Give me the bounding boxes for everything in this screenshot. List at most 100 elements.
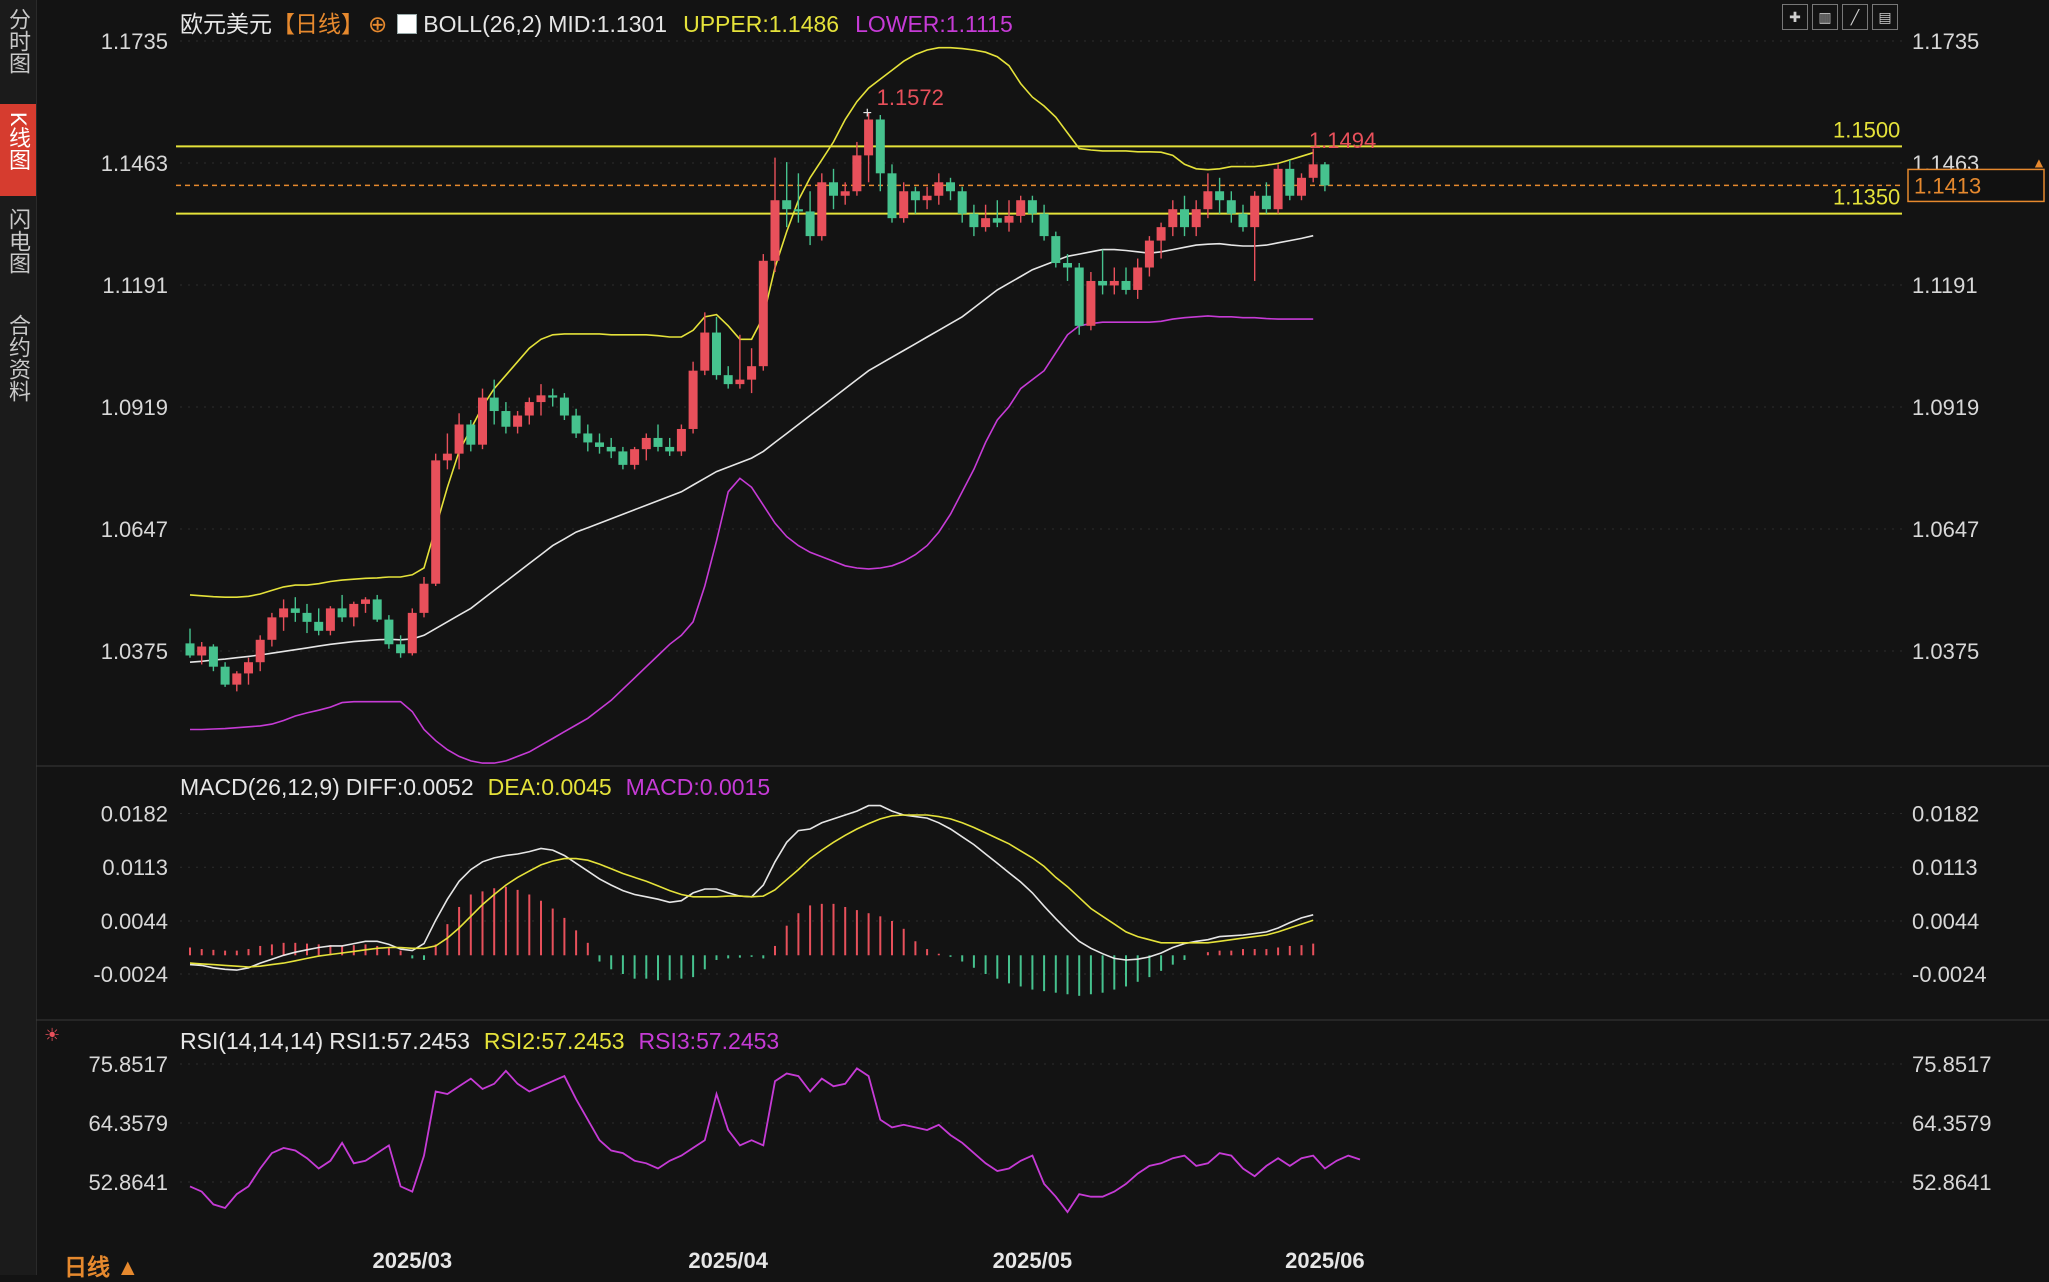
candle-body [1261,195,1271,210]
rsi-label: RSI(14,14,14) [180,1028,324,1054]
candle-body [852,155,862,192]
macd-tick-right: 0.0044 [1912,909,1979,934]
candle-body [325,608,335,631]
candle-body [899,191,909,219]
candle-body [1156,227,1166,241]
rsi-line [189,1067,1361,1214]
candle-body [267,617,277,640]
candle-body [290,608,300,613]
rsi-tick-right: 64.3579 [1912,1111,1992,1136]
x-axis-label: 2025/06 [1285,1248,1365,1273]
candle-body [641,437,651,450]
boll-legend: 欧元美元【日线】 ⊕ BOLL(26,2) MID:1.1301 UPPER:1.148… [180,5,1023,39]
draw-line-icon[interactable]: ╱ [1842,4,1868,30]
candle-body [337,608,347,618]
candle-body [1109,280,1119,286]
rsi-tick-left: 64.3579 [88,1111,168,1136]
candle-body [466,424,476,445]
tab-lightning[interactable]: 闪电图 [0,200,36,300]
x-axis-label: 2025/04 [688,1248,768,1273]
recent-high-label: 1.1494 [1309,128,1376,153]
macd-diff-line [189,804,1314,971]
candle-body [524,402,534,416]
candle-body [255,639,265,663]
rsi2-value: RSI2:57.2453 [483,1028,625,1054]
indicator-icon[interactable]: ▤ [1872,4,1898,30]
current-price-tag: 1.1413 [1914,173,1981,198]
tab-time-share[interactable]: 分时图 [0,0,36,100]
kline-chart[interactable]: +1.1572 1.1494 1.1500 1.1350 1.1735 1.1735 1.1… [36,0,2049,1275]
symbol-name: 欧元美元 [180,11,272,37]
candle-body [1180,209,1189,228]
macd-tick-left: 0.0044 [101,909,168,934]
macd-tick-left: 0.0113 [102,855,168,880]
boll-indicator-icon[interactable] [397,14,418,34]
candle-body [688,370,698,429]
candle-body [185,643,195,656]
candle-body [1238,213,1248,228]
macd-tick-left: 0.0182 [101,801,168,826]
tab-contract-info[interactable]: 合约资料 [0,306,36,426]
candle-body [864,119,874,156]
candle-body [372,599,382,620]
candle-body [758,260,768,367]
candle-body [840,191,850,196]
x-axis-label: 2025/05 [993,1248,1073,1273]
candle-body [922,195,932,201]
candle-body [887,173,897,219]
rsi3-value: RSI3:57.2453 [638,1028,780,1054]
candle-body [489,397,499,412]
candle-body [1203,191,1213,210]
macd-legend: MACD(26,12,9) DIFF:0.0052 DEA:0.0045 MACD:0… [180,774,780,801]
price-tick-left: 1.1735 [101,29,168,54]
candle-body [1250,195,1260,228]
layout-icon[interactable]: ▥ [1812,4,1838,30]
high-label: 1.1572 [877,85,944,110]
candle-body [513,415,523,427]
candle-body [829,182,838,196]
rsi1-value: RSI1:57.2453 [329,1028,470,1054]
candle-body [1039,213,1049,237]
macd-tick-right: 0.0182 [1912,801,1979,826]
period-tag[interactable]: 【日线】 [272,11,364,37]
candle-body [1297,177,1306,196]
tab-kline-label: K线图 [6,112,31,171]
x-axis-label: 2025/03 [373,1248,453,1273]
candle-body [735,379,745,385]
price-tick-right: 1.1191 [1912,273,1978,298]
candle-body [700,332,710,371]
candle-body [1027,200,1037,214]
candle-body [220,666,230,685]
candle-body [1098,280,1108,286]
support-label: 1.1350 [1833,185,1900,210]
candle-body [1074,267,1084,326]
rsi-tick-right: 52.8641 [1912,1170,1992,1195]
candle-body [606,446,616,452]
candle-body [618,451,628,465]
price-alert-icon: ▲ [2032,154,2046,170]
high-marker: + [863,105,872,122]
candle-body [910,191,920,201]
candle-body [232,673,242,685]
candle-body [454,424,464,454]
crosshair-icon[interactable]: ✚ [1782,4,1808,30]
candle-body [747,366,757,380]
price-tick-left: 1.1191 [102,273,168,298]
candle-body [1168,209,1178,228]
period-selector[interactable]: 日线 ▲ [64,1248,139,1282]
boll-lower: LOWER:1.1115 [855,11,1013,37]
candle-body [1063,263,1072,268]
tab-kline[interactable]: K线图 [0,104,36,196]
candle-body [1285,168,1295,196]
candle-body [1320,164,1330,186]
candle-body [782,200,792,210]
candle-body [934,182,944,196]
boll-upper: UPPER:1.1486 [683,11,840,37]
chart-toolbar: ✚ ▥ ╱ ▤ [1782,4,1902,30]
sun-icon[interactable]: ☀ [44,1026,62,1044]
rsi-legend: RSI(14,14,14) RSI1:57.2453 RSI2:57.2453 RSI… [180,1028,789,1055]
settings-circle-icon[interactable]: ⊕ [368,11,387,37]
price-tick-right: 1.0647 [1912,517,1979,542]
macd-tick-right: -0.0024 [1912,962,1987,987]
candle-body [1051,236,1061,264]
